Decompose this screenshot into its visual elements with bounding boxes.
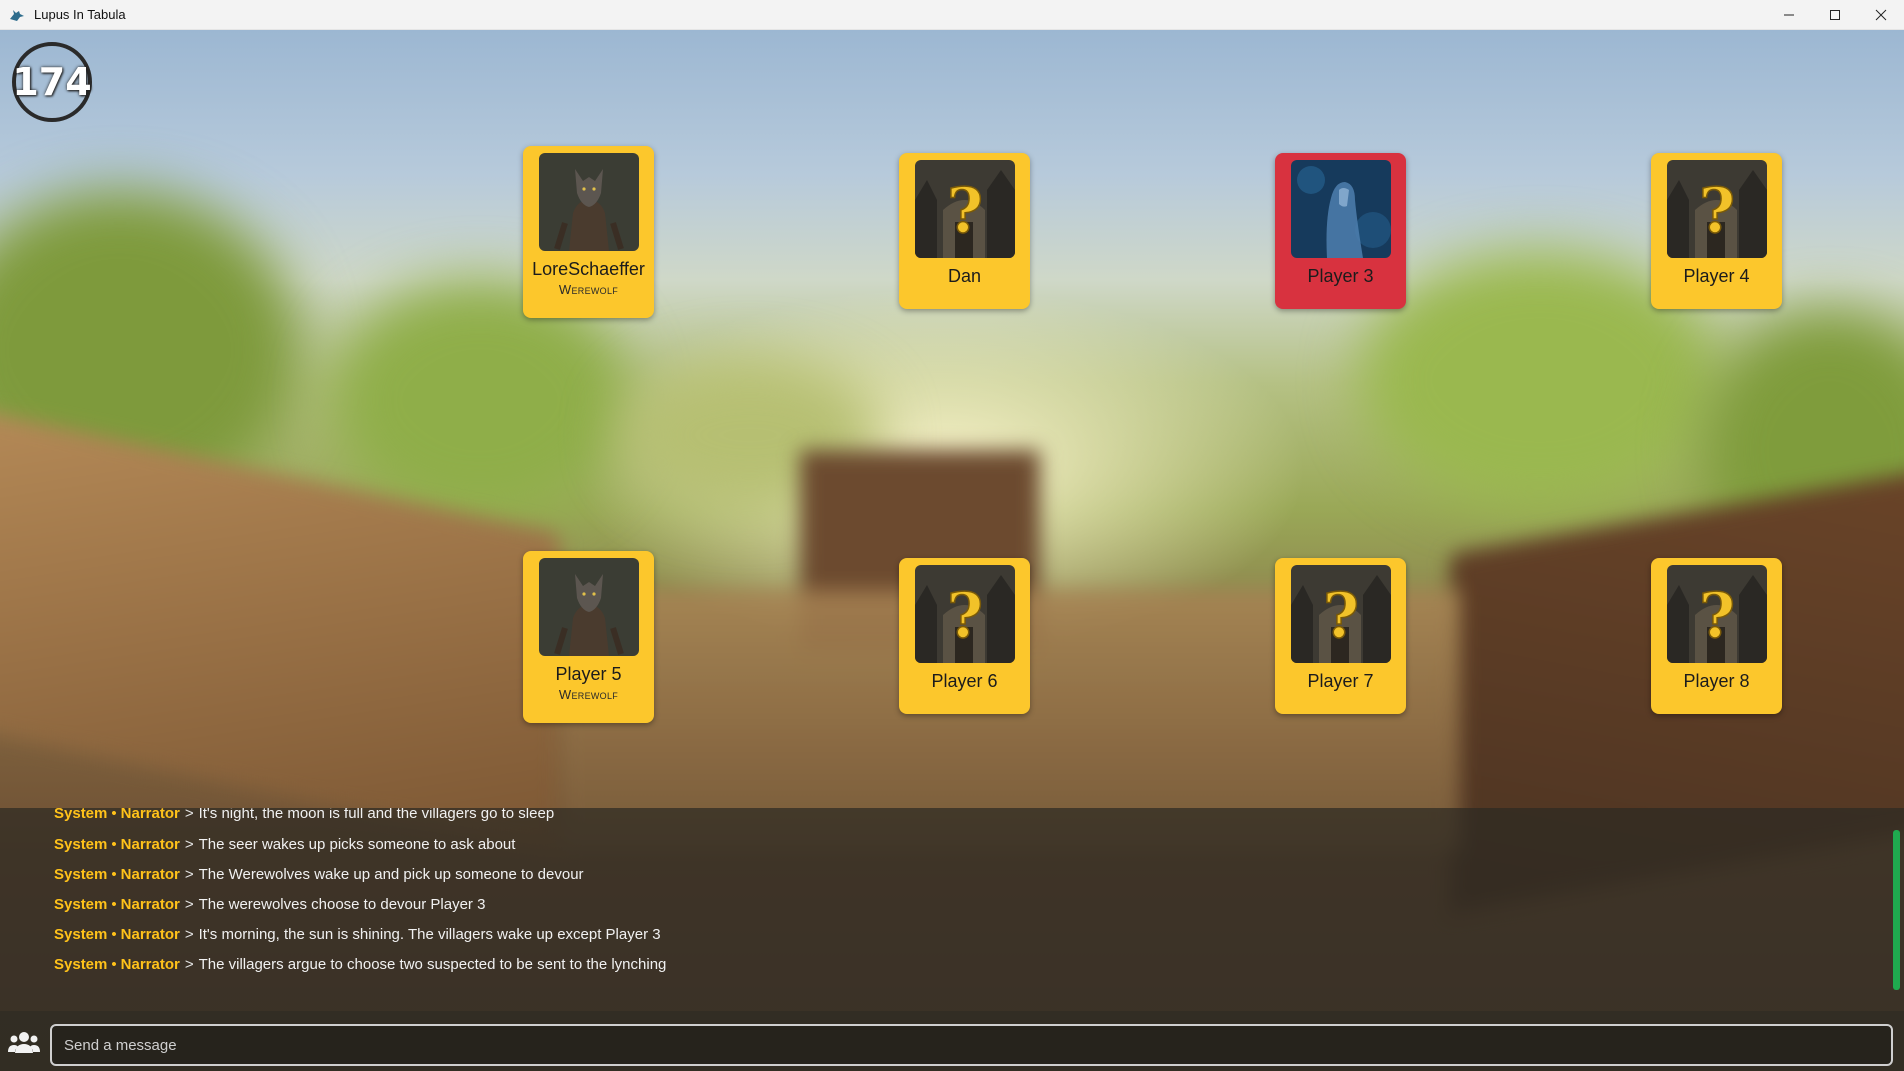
player-card[interactable]: ? Player 8 <box>1651 558 1782 714</box>
player-name: Player 3 <box>1307 266 1374 286</box>
player-name: Player 7 <box>1307 671 1374 691</box>
player-name: Player 8 <box>1683 671 1750 691</box>
message-text: It's morning, the sun is shining. The vi… <box>198 926 661 943</box>
svg-text:?: ? <box>1322 579 1358 652</box>
message-source: System <box>54 836 108 853</box>
unknown-role-icon: ? <box>1666 565 1767 663</box>
message-separator: > <box>184 808 194 822</box>
player-portrait: ? <box>1666 160 1767 258</box>
chat-message: System • Narrator > The villagers argue to c… <box>54 956 666 973</box>
message-dot: • <box>111 956 117 973</box>
chat-message: System • Narrator > It's morning, the sun is… <box>54 926 661 943</box>
message-source: System <box>54 808 108 822</box>
werewolf-portrait-icon <box>538 558 639 656</box>
message-text: The werewolves choose to devour Player 3 <box>198 896 486 913</box>
player-card[interactable]: ? Player 6 <box>899 558 1030 714</box>
player-portrait: ? <box>914 565 1015 663</box>
window-title: Lupus In Tabula <box>34 7 126 22</box>
message-dot: • <box>111 836 117 853</box>
message-source: System <box>54 956 108 973</box>
message-dot: • <box>111 896 117 913</box>
maximize-icon <box>1830 10 1840 20</box>
player-role: Werewolf <box>558 282 619 297</box>
svg-text:?: ? <box>946 174 982 247</box>
message-separator: > <box>184 866 194 883</box>
message-dot: • <box>111 866 117 883</box>
player-role: Werewolf <box>558 687 619 702</box>
ghost-portrait-icon <box>1290 160 1391 258</box>
message-author: Narrator <box>120 956 180 973</box>
message-separator: > <box>184 836 194 853</box>
turn-timer: 174 <box>12 42 92 122</box>
message-author: Narrator <box>120 926 180 943</box>
message-text: The seer wakes up picks someone to ask a… <box>198 836 516 853</box>
chat-scrollbar[interactable] <box>1893 830 1900 990</box>
unknown-role-icon: ? <box>1290 565 1391 663</box>
unknown-role-icon: ? <box>1666 160 1767 258</box>
chat-log[interactable]: System • Narrator > It's night, the moon is … <box>0 808 1904 1011</box>
chat-message: System • Narrator > The werewolves choose to… <box>54 896 485 913</box>
message-input[interactable] <box>50 1024 1893 1066</box>
close-icon <box>1875 9 1887 21</box>
player-portrait <box>1290 160 1391 258</box>
player-portrait <box>538 153 639 251</box>
message-source: System <box>54 896 108 913</box>
chat-message: System • Narrator > The Werewolves wake up a… <box>54 866 584 883</box>
player-card[interactable]: LoreSchaeffer Werewolf <box>523 146 654 318</box>
window-controls <box>1766 0 1904 30</box>
chat-message: System • Narrator > The seer wakes up picks … <box>54 836 515 853</box>
message-author: Narrator <box>120 896 180 913</box>
message-author: Narrator <box>120 866 180 883</box>
message-author: Narrator <box>120 836 180 853</box>
unknown-role-icon: ? <box>914 160 1015 258</box>
svg-text:?: ? <box>1698 174 1734 247</box>
close-button[interactable] <box>1858 0 1904 30</box>
player-name: Player 6 <box>931 671 998 691</box>
player-portrait <box>538 558 639 656</box>
player-name: Dan <box>947 266 982 286</box>
unknown-role-icon: ? <box>914 565 1015 663</box>
player-name: Player 5 <box>555 664 622 684</box>
chat-message: System • Narrator > It's night, the moon is … <box>54 808 554 822</box>
player-portrait: ? <box>914 160 1015 258</box>
message-dot: • <box>111 926 117 943</box>
minimize-button[interactable] <box>1766 0 1812 30</box>
message-author: Narrator <box>120 808 180 822</box>
message-separator: > <box>184 926 194 943</box>
player-portrait: ? <box>1290 565 1391 663</box>
app-wolf-icon <box>8 6 26 24</box>
message-text: The villagers argue to choose two suspec… <box>198 956 667 973</box>
message-source: System <box>54 926 108 943</box>
player-name: Player 4 <box>1683 266 1750 286</box>
svg-text:?: ? <box>1698 579 1734 652</box>
svg-text:?: ? <box>946 579 982 652</box>
player-card[interactable]: ? Player 4 <box>1651 153 1782 309</box>
title-bar: Lupus In Tabula <box>0 0 1904 30</box>
message-separator: > <box>184 956 194 973</box>
player-card[interactable]: Player 5 Werewolf <box>523 551 654 723</box>
message-dot: • <box>111 808 117 822</box>
message-text: It's night, the moon is full and the vil… <box>198 808 555 822</box>
player-card[interactable]: Player 3 <box>1275 153 1406 309</box>
player-portrait: ? <box>1666 565 1767 663</box>
minimize-icon <box>1784 14 1794 16</box>
werewolf-portrait-icon <box>538 153 639 251</box>
message-text: The Werewolves wake up and pick up someo… <box>198 866 584 883</box>
message-source: System <box>54 866 108 883</box>
player-name: LoreSchaeffer <box>532 259 645 279</box>
player-card[interactable]: ? Dan <box>899 153 1030 309</box>
player-card[interactable]: ? Player 7 <box>1275 558 1406 714</box>
message-separator: > <box>184 896 194 913</box>
maximize-button[interactable] <box>1812 0 1858 30</box>
users-icon[interactable] <box>8 1029 40 1055</box>
